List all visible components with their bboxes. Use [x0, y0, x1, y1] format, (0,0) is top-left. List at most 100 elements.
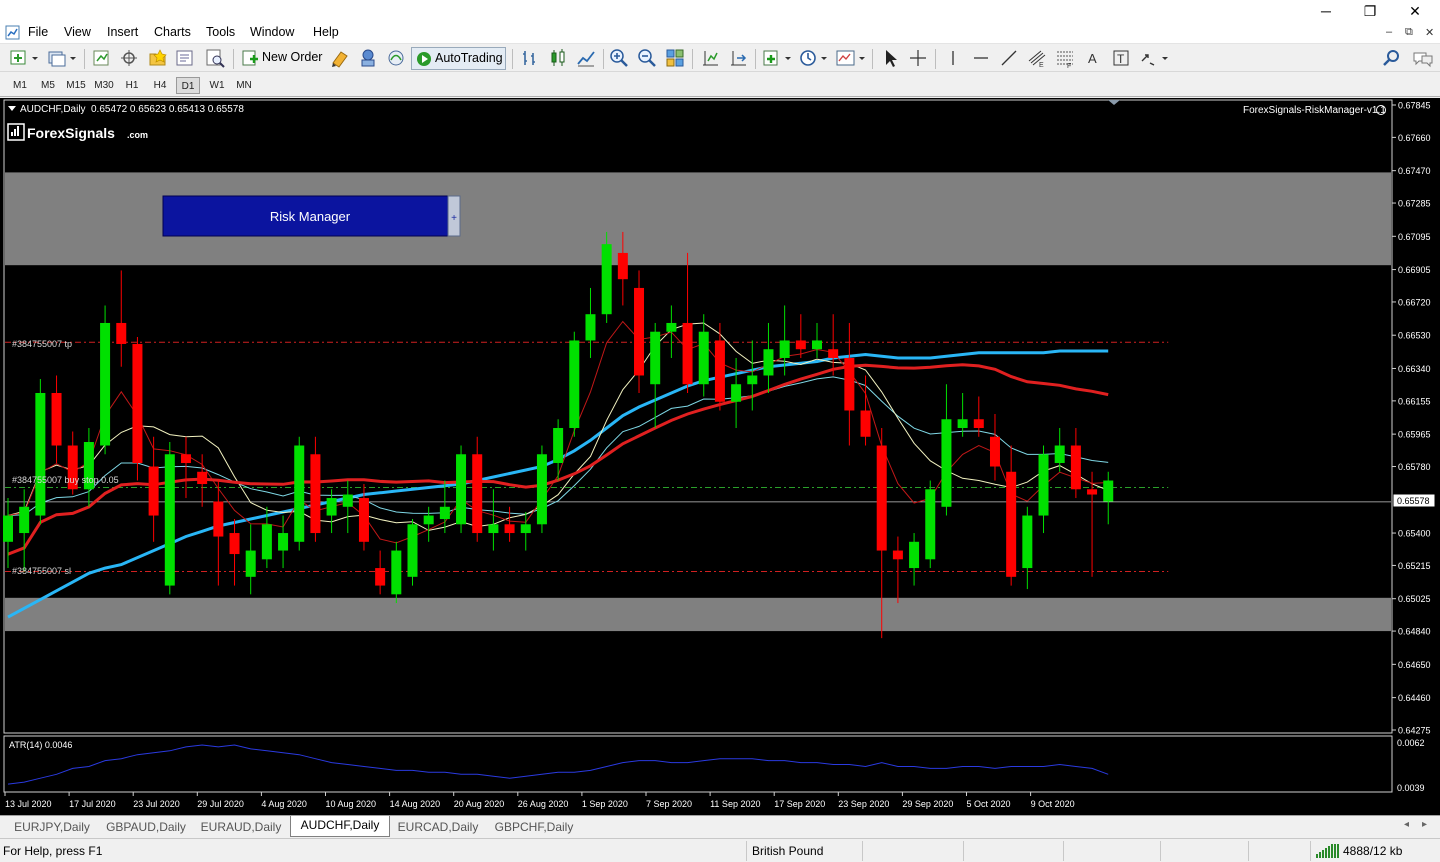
metaeditor-icon[interactable] [329, 47, 351, 69]
timeframe-m15[interactable]: M15 [64, 77, 88, 94]
terminal-icon[interactable] [174, 47, 196, 69]
new-chart-icon[interactable] [8, 47, 40, 69]
navigator-icon[interactable] [146, 47, 168, 69]
tab-eurcad[interactable]: EURCAD,Daily [392, 818, 484, 837]
arrows-icon[interactable] [1138, 47, 1170, 69]
vertical-line-icon[interactable] [942, 47, 964, 69]
equidistant-channel-icon[interactable]: E [1026, 47, 1048, 69]
timeframe-m5[interactable]: M5 [36, 77, 60, 94]
menu-view[interactable]: View [64, 25, 91, 39]
market-watch-icon[interactable] [90, 47, 112, 69]
candle-body [180, 454, 191, 464]
trendline-icon[interactable] [998, 47, 1020, 69]
timeframe-h1[interactable]: H1 [120, 77, 144, 94]
candle-body [229, 533, 240, 555]
candle-body [197, 471, 208, 485]
candlestick-icon[interactable] [547, 47, 569, 69]
date-axis-label: 23 Jul 2020 [133, 799, 180, 809]
zoom-out-icon[interactable] [636, 47, 658, 69]
search-icon[interactable] [1381, 47, 1403, 69]
timeframe-m30[interactable]: M30 [92, 77, 116, 94]
bar-chart-icon[interactable] [519, 47, 541, 69]
tab-euraud[interactable]: EURAUD,Daily [194, 818, 288, 837]
candle-body [261, 524, 272, 560]
candle-body [909, 541, 920, 569]
candle-body [860, 410, 871, 437]
market-icon[interactable] [385, 47, 407, 69]
tab-gbpaud[interactable]: GBPAUD,Daily [100, 818, 192, 837]
timeframe-m1[interactable]: M1 [8, 77, 32, 94]
title-bar: ─ ❐ ✕ [0, 0, 1440, 22]
candle-body [1054, 445, 1065, 464]
tab-eurjpy[interactable]: EURJPY,Daily [6, 818, 98, 837]
price-axis-label: 0.67470 [1398, 166, 1431, 176]
candle-body [1103, 480, 1114, 502]
candle-body [1022, 515, 1033, 569]
indicators-icon[interactable] [761, 47, 793, 69]
candle-body [278, 533, 289, 551]
timeframe-mn[interactable]: MN [232, 77, 256, 94]
menu-help[interactable]: Help [313, 25, 339, 39]
candle-body [957, 419, 968, 429]
menu-window[interactable]: Window [250, 25, 294, 39]
restore-button[interactable]: ❐ [1347, 0, 1393, 22]
autoscroll-icon[interactable] [727, 47, 749, 69]
new-order-button[interactable]: New Order [262, 50, 322, 64]
price-axis-label: 0.65025 [1398, 594, 1431, 604]
horizontal-line-icon[interactable] [970, 47, 992, 69]
candle-body [617, 252, 628, 280]
line-chart-icon[interactable] [575, 47, 597, 69]
text-icon[interactable]: A [1082, 47, 1104, 69]
tab-scroll-left-icon[interactable]: ◂ [1404, 819, 1409, 830]
svg-text:T: T [1117, 52, 1125, 66]
price-chart[interactable]: 0.67845 0.67660 0.67470 0.67285 0.67095 0.669… [0, 98, 1440, 815]
menu-insert[interactable]: Insert [107, 25, 138, 39]
chart-symbol-header: AUDCHF,Daily [20, 104, 86, 115]
risk-manager-panel[interactable]: Risk Manager + [162, 195, 461, 237]
candle-body [19, 506, 30, 534]
timeframe-d1[interactable]: D1 [176, 77, 200, 94]
mdi-restore-button[interactable]: ⧉ [1405, 26, 1413, 39]
cursor-icon[interactable] [879, 47, 901, 69]
candle-body [941, 419, 952, 507]
profiles-icon[interactable] [46, 47, 78, 69]
chart-shift-icon[interactable] [699, 47, 721, 69]
tab-gbpchf[interactable]: GBPCHF,Daily [486, 818, 582, 837]
chart-tabs: EURJPY,Daily GBPAUD,Daily EURAUD,Daily A… [0, 815, 1440, 837]
minimize-button[interactable]: ─ [1303, 0, 1349, 22]
date-axis-label: 7 Sep 2020 [646, 799, 692, 809]
menu-charts[interactable]: Charts [154, 25, 191, 39]
tile-windows-icon[interactable] [664, 47, 686, 69]
crosshair-tool-icon[interactable] [907, 47, 929, 69]
zoom-in-icon[interactable] [608, 47, 630, 69]
crosshair-icon[interactable] [118, 47, 140, 69]
templates-icon[interactable] [835, 47, 867, 69]
text-label-icon[interactable]: T [1110, 47, 1132, 69]
mdi-close-button[interactable]: ✕ [1425, 26, 1434, 39]
tab-audchf[interactable]: AUDCHF,Daily [290, 816, 390, 837]
strategy-tester-icon[interactable] [204, 47, 226, 69]
candle-body [310, 454, 321, 534]
fibonacci-icon[interactable]: F [1054, 47, 1076, 69]
candle-body [504, 524, 515, 534]
close-button[interactable]: ✕ [1392, 0, 1438, 22]
menu-tools[interactable]: Tools [206, 25, 235, 39]
risk-manager-toggle[interactable]: + [451, 213, 457, 224]
mdi-minimize-button[interactable]: – [1386, 26, 1392, 38]
periods-icon[interactable] [797, 47, 829, 69]
autotrading-button[interactable]: AutoTrading [411, 47, 506, 70]
candle-body [1038, 454, 1049, 516]
brand-name: ForexSignals [27, 125, 115, 141]
menu-file[interactable]: File [28, 25, 48, 39]
new-order-icon[interactable] [240, 47, 262, 69]
date-axis-label: 17 Sep 2020 [774, 799, 825, 809]
signals-icon[interactable] [357, 47, 379, 69]
chat-icon[interactable] [1410, 47, 1436, 69]
candle-body [714, 340, 725, 402]
chart-window[interactable]: 0.67845 0.67660 0.67470 0.67285 0.67095 0.669… [0, 98, 1440, 815]
tab-scroll-right-icon[interactable]: ▸ [1422, 819, 1427, 830]
timeframe-h4[interactable]: H4 [148, 77, 172, 94]
risk-manager-button[interactable]: Risk Manager [270, 209, 351, 224]
date-axis-label: 14 Aug 2020 [390, 799, 441, 809]
timeframe-w1[interactable]: W1 [205, 77, 229, 94]
